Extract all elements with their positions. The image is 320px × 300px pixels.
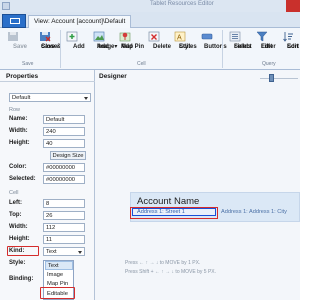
zoom-slider-track [260,78,298,79]
designer-canvas: Designer Account Name Address 1: Street … [95,70,300,300]
sort-icon [283,32,293,42]
properties-panel: Properties Default Row Name: Default Wid… [0,70,95,300]
add-image-button[interactable]: Add Image▾ [88,31,117,50]
image-icon [93,31,105,42]
select-fields-icon [229,31,241,42]
buttons-icon [201,33,213,40]
selected-color-field[interactable]: #00000000 [43,175,85,184]
app-icon [2,2,10,10]
edit-styles-button[interactable]: A Edit Styles [170,31,197,50]
query-group-label: Query [262,61,276,67]
add-icon [66,31,78,42]
delete-button[interactable]: Delete [144,31,171,50]
name-label: Name: [9,116,28,122]
card-title[interactable]: Account Name [137,196,199,207]
cell-section-label: Cell [9,190,19,196]
document-tab[interactable]: View: Account [account]\Default [28,15,132,28]
ribbon-toolbar: Save Save & Close Save Add Add Image▾ Ad… [0,28,300,70]
chevron-down-icon [84,97,88,100]
properties-title: Properties [0,70,95,82]
left-field[interactable]: 8 [43,199,85,208]
top-field[interactable]: 26 [43,211,85,220]
kind-option-text[interactable]: Text [45,261,73,270]
window-titlebar: Tablet Resources Editor [0,0,300,12]
chevron-down-icon [78,251,82,254]
cell-width-field[interactable]: 112 [43,223,85,232]
row-selector-dropdown[interactable]: Default [9,93,91,102]
kind-option-image[interactable]: Image [45,271,73,280]
width-field[interactable]: 240 [43,127,85,136]
select-fields-button[interactable]: Select Fields [225,31,252,50]
add-button[interactable]: Add [64,31,85,50]
zoom-slider-thumb[interactable] [269,74,274,82]
styles-icon: A [174,31,186,42]
file-menu-button[interactable] [2,14,26,28]
cell-height-field[interactable]: 11 [43,235,85,244]
cell-width-label: Width: [9,224,28,230]
name-field[interactable]: Default [43,115,85,124]
save-close-icon [40,32,51,42]
selected-cell-highlight [130,207,218,219]
filter-icon [256,31,268,42]
style-label: Style: [9,260,26,266]
selected-label: Selected: [9,176,36,182]
delete-icon [148,31,160,42]
height-label: Height: [9,140,30,146]
save-group-label: Save [22,61,34,67]
save-button[interactable]: Save [4,31,27,50]
window-title: Tablet Resources Editor [150,1,214,7]
buttons-button[interactable]: Buttons [195,31,227,50]
color-label: Color: [9,164,27,170]
edit-sort-button[interactable]: Edit Sort [278,31,299,50]
cell-group-label: Cell [137,61,146,67]
width-label: Width: [9,128,28,134]
binding-label: Binding: [9,276,34,282]
move-hint: Press ← ↑ → ↓ to MOVE by 1 PX. [125,260,201,266]
color-field[interactable]: #00000000 [43,163,85,172]
cell-height-label: Height: [9,236,30,242]
editable-option-highlight [40,287,75,299]
row-section-label: Row [9,107,21,113]
ribbon-separator [60,30,61,68]
kind-label-highlight [7,246,39,256]
cell-address-city[interactable]: Address 1: Address 1: City [221,209,287,215]
design-size-button[interactable]: Design Size [50,151,86,160]
document-tabstrip: View: Account [account]\Default [0,12,300,28]
svg-text:A: A [177,35,182,42]
left-label: Left: [9,200,22,206]
kind-dropdown[interactable]: Text [43,247,85,256]
move-shift-hint: Press Shift + ← ↑ → ↓ to MOVE by 5 PX. [125,269,217,275]
save-icon [8,32,18,41]
ribbon-separator [222,30,223,68]
top-label: Top: [9,212,22,218]
add-map-pin-button[interactable]: Add Map Pin [112,31,144,50]
close-window-button[interactable] [286,0,300,12]
edit-filter-button[interactable]: Edit Filter [252,31,276,50]
height-field[interactable]: 40 [43,139,85,148]
file-icon [10,18,20,24]
map-pin-icon [119,32,131,42]
save-and-close-button[interactable]: Save & Close [32,31,61,50]
